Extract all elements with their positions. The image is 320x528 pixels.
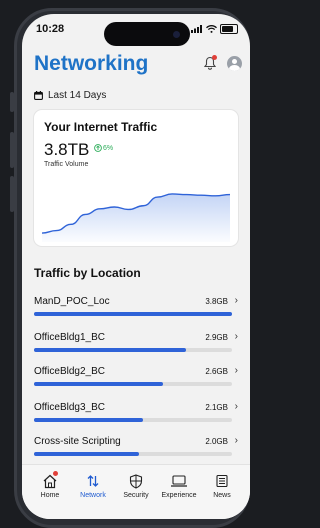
location-value: 2.1GB xyxy=(205,403,228,412)
tab-network[interactable]: Network xyxy=(73,473,113,499)
chevron-right-icon: › xyxy=(234,331,238,342)
internet-traffic-card[interactable]: Your Internet Traffic 3.8TB 6% Traffic V… xyxy=(34,110,238,246)
location-bar-track xyxy=(34,418,232,422)
location-bar-fill xyxy=(34,312,232,316)
location-name: OfficeBldg3_BC xyxy=(34,402,105,413)
chevron-right-icon: › xyxy=(234,365,238,376)
location-bar-fill xyxy=(34,348,187,352)
tab-label: Security xyxy=(123,492,149,499)
traffic-change-value: 6% xyxy=(103,144,114,152)
traffic-change-badge: 6% xyxy=(94,144,113,152)
notification-badge xyxy=(212,55,217,60)
chevron-right-icon: › xyxy=(234,435,238,446)
date-range-label: Last 14 Days xyxy=(48,90,107,101)
cellular-signal-icon xyxy=(191,25,202,33)
location-name: ManD_POC_Loc xyxy=(34,296,110,307)
location-bar-track xyxy=(34,382,232,386)
calendar-icon xyxy=(34,91,43,100)
arrow-up-circle-icon xyxy=(94,144,102,152)
traffic-total-value: 3.8TB xyxy=(44,140,90,159)
location-value: 2.6GB xyxy=(205,367,228,376)
home-badge xyxy=(53,471,58,476)
phone-screen: 10:28 Networking Last 14 Days Your Inter… xyxy=(22,14,250,519)
location-bar-fill xyxy=(34,418,143,422)
status-bar: 10:28 xyxy=(22,14,250,48)
status-time: 10:28 xyxy=(36,23,65,35)
laptop-icon xyxy=(171,475,187,487)
tab-label: Home xyxy=(40,492,60,499)
header-actions xyxy=(203,55,242,71)
location-value: 2.9GB xyxy=(205,333,228,342)
location-name: OfficeBldg1_BC xyxy=(34,332,105,343)
location-bar-fill xyxy=(34,382,163,386)
tab-label: Network xyxy=(80,492,106,499)
location-bar-fill xyxy=(34,452,139,456)
notifications-button[interactable] xyxy=(203,55,217,70)
location-name: Cross-site Scripting xyxy=(34,436,121,447)
tab-experience[interactable]: Experience xyxy=(159,473,199,499)
date-range-selector[interactable]: Last 14 Days xyxy=(34,90,106,101)
avatar[interactable] xyxy=(227,56,242,71)
bottom-tab-bar: Home Network Security Experience News xyxy=(22,464,250,519)
status-icons xyxy=(191,24,238,34)
wifi-icon xyxy=(206,25,217,33)
traffic-card-subtitle: Traffic Volume xyxy=(44,161,89,168)
tab-home[interactable]: Home xyxy=(30,471,70,499)
tab-news[interactable]: News xyxy=(202,473,242,499)
tab-label: Experience xyxy=(161,492,197,499)
dynamic-island xyxy=(104,22,190,46)
section-title-traffic-by-location: Traffic by Location xyxy=(34,266,141,280)
battery-icon xyxy=(220,24,238,34)
newspaper-icon xyxy=(216,474,228,488)
traffic-trend-chart xyxy=(41,193,231,242)
camera-dot xyxy=(173,31,180,38)
location-bar-track xyxy=(34,348,232,352)
page-title: Networking xyxy=(34,52,149,75)
network-arrows-icon xyxy=(87,475,99,487)
location-bar-track xyxy=(34,452,232,456)
location-value: 2.0GB xyxy=(205,437,228,446)
location-value: 3.8GB xyxy=(205,297,228,306)
shield-icon xyxy=(129,473,143,489)
location-bar-track xyxy=(34,312,232,316)
traffic-card-title: Your Internet Traffic xyxy=(44,120,158,134)
trend-area xyxy=(42,193,230,242)
chevron-right-icon: › xyxy=(234,295,238,306)
chevron-right-icon: › xyxy=(234,401,238,412)
location-name: OfficeBldg2_BC xyxy=(34,366,105,377)
tab-security[interactable]: Security xyxy=(116,473,156,499)
tab-label: News xyxy=(213,492,231,499)
